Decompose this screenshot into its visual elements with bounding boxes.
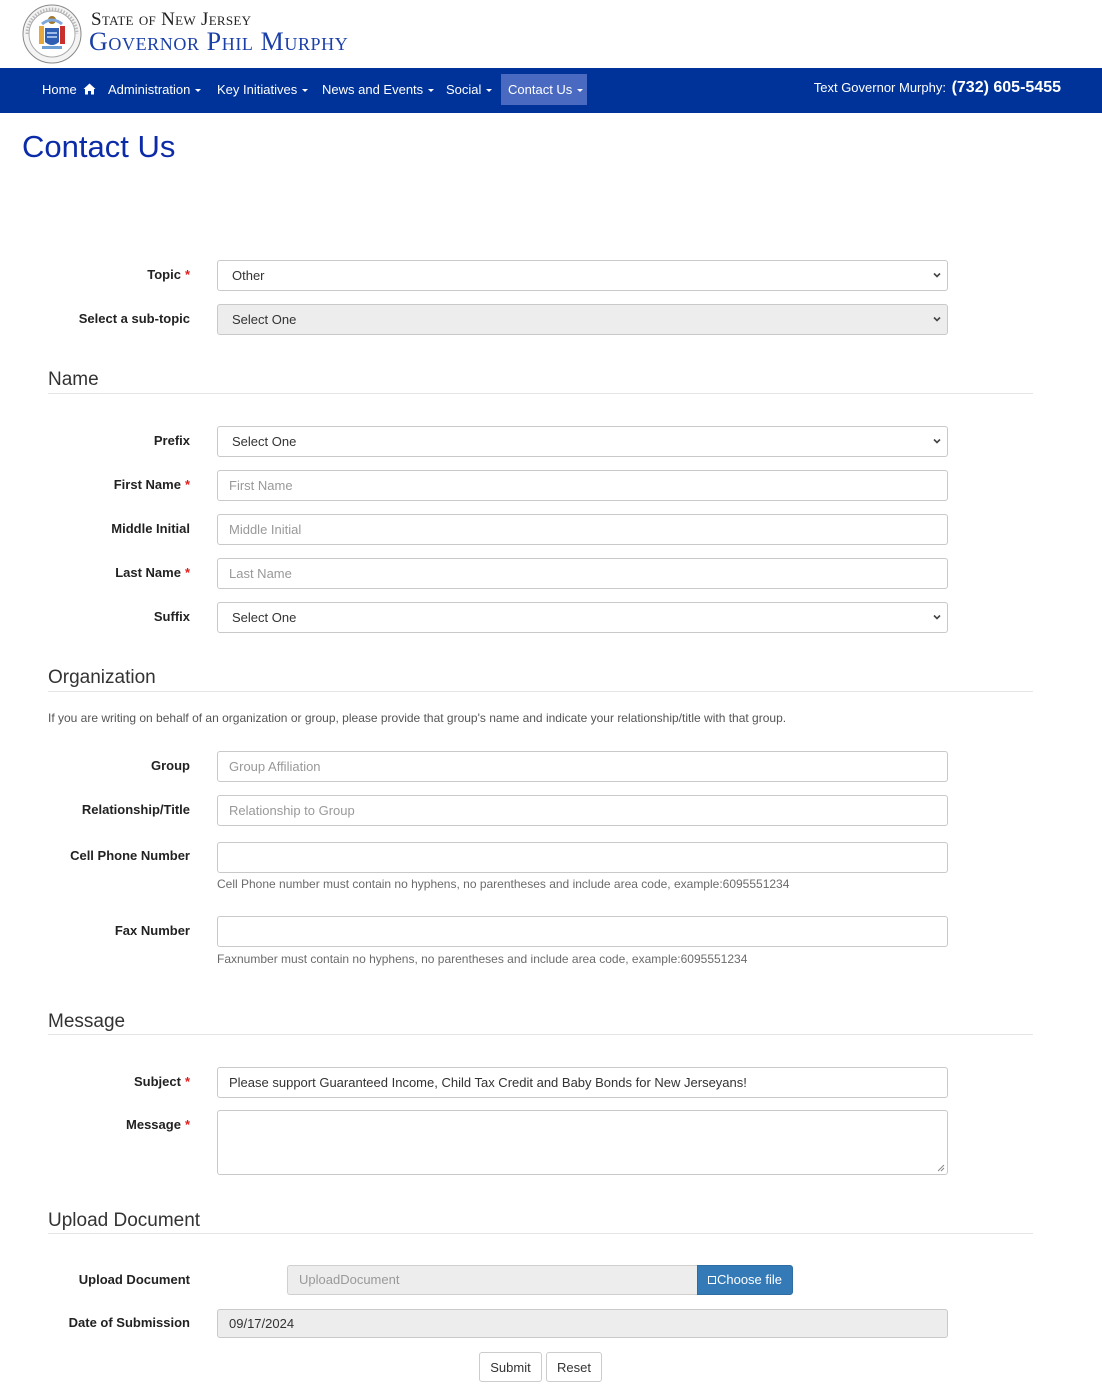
- last-name-label: Last Name *: [115, 565, 190, 581]
- nav-item-contact-us[interactable]: Contact Us: [501, 74, 587, 105]
- cell-phone-input[interactable]: [217, 842, 948, 873]
- upload-document-label: Upload Document: [78, 1272, 190, 1287]
- last-name-input[interactable]: Last Name: [217, 558, 948, 589]
- message-textarea[interactable]: [217, 1110, 948, 1175]
- required-marker: *: [184, 1117, 190, 1132]
- relationship-input[interactable]: Relationship to Group: [217, 795, 948, 826]
- subject-label-text: Subject: [133, 1074, 181, 1089]
- subject-input[interactable]: Please support Guaranteed Income, Child …: [217, 1067, 948, 1098]
- message-label-text: Message: [126, 1117, 181, 1132]
- section-divider: [48, 1034, 1033, 1035]
- group-input[interactable]: Group Affiliation: [217, 751, 948, 782]
- choose-file-label: Choose file: [716, 1272, 783, 1287]
- name-section-title: Name: [48, 369, 99, 390]
- last-name-label-text: Last Name: [115, 565, 181, 580]
- nav-item-label: News and Events: [322, 82, 424, 97]
- text-governor-label: Text Governor Murphy:: [813, 80, 946, 95]
- fax-help-text: Faxnumber must contain no hyphens, no pa…: [217, 952, 748, 966]
- nav-item-label: Contact Us: [508, 82, 573, 97]
- nav-item-label: Administration: [108, 82, 191, 97]
- upload-document-placeholder: UploadDocument: [299, 1272, 400, 1287]
- subject-value: Please support Guaranteed Income, Child …: [229, 1075, 747, 1090]
- required-marker: *: [184, 565, 190, 580]
- topic-label-text: Topic: [147, 267, 181, 282]
- subtopic-select[interactable]: Select One: [217, 304, 948, 335]
- first-name-label: First Name *: [114, 477, 190, 493]
- nav-item-key-initiatives[interactable]: Key Initiatives: [210, 74, 315, 105]
- caret-down-icon: [302, 89, 309, 93]
- topic-label: Topic *: [147, 267, 190, 283]
- topic-select[interactable]: Other: [217, 260, 948, 291]
- date-of-submission-label: Date of Submission: [68, 1315, 190, 1330]
- nav-item-label: Home: [42, 82, 77, 97]
- choose-file-button[interactable]: Choose file: [697, 1265, 793, 1295]
- fax-label: Fax Number: [114, 923, 190, 938]
- prefix-value: Select One: [232, 434, 297, 449]
- middle-initial-placeholder: Middle Initial: [229, 522, 302, 537]
- required-marker: *: [184, 1074, 190, 1089]
- section-divider: [48, 1233, 1033, 1234]
- governor-name-link[interactable]: Governor Phil Murphy: [89, 27, 348, 57]
- nav-item-label: Social: [446, 82, 482, 97]
- group-placeholder: Group Affiliation: [229, 759, 321, 774]
- chevron-down-icon: [933, 614, 941, 620]
- last-name-placeholder: Last Name: [229, 566, 292, 581]
- middle-initial-input[interactable]: Middle Initial: [217, 514, 948, 545]
- chevron-down-icon: [933, 316, 941, 322]
- subtopic-label: Select a sub-topic: [78, 311, 190, 326]
- nav-item-home[interactable]: Home: [35, 74, 103, 105]
- first-name-label-text: First Name: [113, 477, 181, 492]
- middle-initial-label: Middle Initial: [111, 521, 190, 536]
- text-governor-info: Text Governor Murphy: (732) 605-5455: [814, 79, 1061, 97]
- topic-value: Other: [232, 268, 265, 283]
- date-of-submission-value: 09/17/2024: [229, 1316, 295, 1331]
- subject-label: Subject *: [134, 1074, 190, 1090]
- section-divider: [48, 393, 1033, 394]
- caret-down-icon: [428, 89, 435, 93]
- cell-phone-help-text: Cell Phone number must contain no hyphen…: [217, 877, 790, 891]
- page-title: Contact Us: [22, 129, 176, 164]
- required-marker: *: [184, 267, 190, 282]
- nav-item-label: Key Initiatives: [217, 82, 298, 97]
- reset-button[interactable]: Reset: [546, 1352, 602, 1382]
- resize-grip-icon[interactable]: [937, 1164, 945, 1172]
- relationship-label: Relationship/Title: [81, 802, 190, 817]
- first-name-input[interactable]: First Name: [217, 470, 948, 501]
- caret-down-icon: [195, 89, 202, 93]
- organization-section-title: Organization: [48, 667, 156, 688]
- fax-input[interactable]: [217, 916, 948, 947]
- prefix-label: Prefix: [153, 433, 190, 448]
- chevron-down-icon: [933, 438, 941, 444]
- organization-intro-text: If you are writing on behalf of an organ…: [48, 711, 787, 725]
- caret-down-icon: [577, 89, 584, 93]
- site-header: State of New Jersey Governor Phil Murphy: [0, 0, 1102, 68]
- upload-document-field[interactable]: UploadDocument: [287, 1265, 697, 1295]
- group-label: Group: [151, 758, 190, 773]
- suffix-select[interactable]: Select One: [217, 602, 948, 633]
- required-marker: *: [184, 477, 190, 492]
- nj-state-seal-icon[interactable]: [22, 4, 82, 64]
- nav-item-administration[interactable]: Administration: [101, 74, 208, 105]
- date-of-submission-input[interactable]: 09/17/2024: [217, 1309, 948, 1338]
- file-icon: [707, 1276, 716, 1284]
- prefix-select[interactable]: Select One: [217, 426, 948, 457]
- nav-item-news-and-events[interactable]: News and Events: [315, 74, 441, 105]
- home-icon: [83, 83, 96, 95]
- subtopic-value: Select One: [232, 312, 297, 327]
- suffix-label: Suffix: [153, 609, 190, 624]
- chevron-down-icon: [933, 272, 941, 278]
- caret-down-icon: [486, 89, 493, 93]
- relationship-placeholder: Relationship to Group: [229, 803, 355, 818]
- text-governor-phone[interactable]: (732) 605-5455: [952, 79, 1061, 96]
- cell-phone-label: Cell Phone Number: [70, 848, 190, 863]
- suffix-value: Select One: [232, 610, 297, 625]
- nav-item-social[interactable]: Social: [439, 74, 499, 105]
- message-label: Message *: [126, 1117, 190, 1133]
- submit-button[interactable]: Submit: [479, 1352, 542, 1382]
- upload-section-title: Upload Document: [48, 1210, 201, 1231]
- message-section-title: Message: [48, 1011, 126, 1032]
- section-divider: [48, 691, 1033, 692]
- first-name-placeholder: First Name: [229, 478, 293, 493]
